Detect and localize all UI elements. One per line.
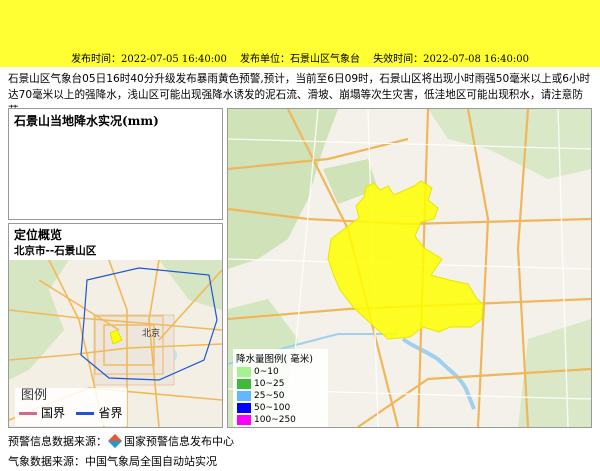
rain-legend-item: 10~25 xyxy=(237,378,328,390)
rain-legend-item: 25~50 xyxy=(237,390,328,402)
rain-legend-label: 100~250 xyxy=(254,415,296,425)
legend-national-border: 国界 xyxy=(41,406,66,420)
expire-time: 失效时间：2022-07-08 16:40:00 xyxy=(373,54,529,65)
map-legend-title: 图例 xyxy=(21,388,48,403)
rain-observation-panel: 石景山当地降水实况(mm) xyxy=(8,108,223,220)
warning-source-link[interactable]: 国家预警信息发布中心 xyxy=(124,435,234,448)
rain-legend: 降水量图例( 毫米) 0~10 10~25 25~50 50~100 100~2… xyxy=(233,349,328,427)
rain-panel-title: 石景山当地降水实况(mm) xyxy=(14,114,159,128)
warning-source-label: 预警信息数据来源： xyxy=(8,435,107,448)
province-border-swatch-icon xyxy=(76,412,95,415)
weather-source-line: 气象数据来源：中国气象局全国自动站实况 xyxy=(8,455,217,468)
warning-banner: 发布时间：2022-07-05 16:40:00 发布单位：石景山区气象台 失效… xyxy=(0,0,600,67)
color-swatch-icon xyxy=(237,390,251,401)
legend-province-border: 省界 xyxy=(98,406,123,420)
issue-time: 发布时间：2022-07-05 16:40:00 xyxy=(71,54,227,65)
color-swatch-icon xyxy=(237,402,251,413)
color-swatch-icon xyxy=(237,414,251,425)
location-panel-title: 定位概览 xyxy=(14,228,63,242)
rain-legend-item: 50~100 xyxy=(237,402,328,414)
issue-unit: 发布单位：石景山区气象台 xyxy=(240,54,360,65)
map-city-label: 北京 xyxy=(142,327,160,339)
color-swatch-icon xyxy=(237,366,251,377)
rain-legend-label: 50~100 xyxy=(254,403,291,413)
rain-legend-label: 10~25 xyxy=(254,379,285,389)
warning-center-logo-icon xyxy=(107,433,123,449)
warning-source-line: 预警信息数据来源： 国家预警信息发布中心 xyxy=(8,433,234,449)
national-border-swatch-icon xyxy=(19,412,37,415)
location-subtitle: 北京市--石景山区 xyxy=(14,245,97,257)
warning-area-map-panel[interactable]: 降水量图例( 毫米) 0~10 10~25 25~50 50~100 100~2… xyxy=(227,108,592,428)
banner-meta: 发布时间：2022-07-05 16:40:00 发布单位：石景山区气象台 失效… xyxy=(0,53,600,66)
rain-legend-title: 降水量图例( 毫米) xyxy=(236,354,313,365)
rain-legend-label: 0~10 xyxy=(254,367,279,377)
map-legend-items: 国界 省界 xyxy=(19,404,127,422)
rain-legend-item: 100~250 xyxy=(237,414,328,426)
location-overview-panel: 定位概览 北京市--石景山区 北京 图例 国界 省界 xyxy=(8,223,223,428)
color-swatch-icon xyxy=(237,378,251,389)
rain-legend-item: 0~10 xyxy=(237,366,328,378)
rain-legend-label: 25~50 xyxy=(254,391,285,401)
map-legend: 图例 国界 省界 xyxy=(15,388,127,426)
